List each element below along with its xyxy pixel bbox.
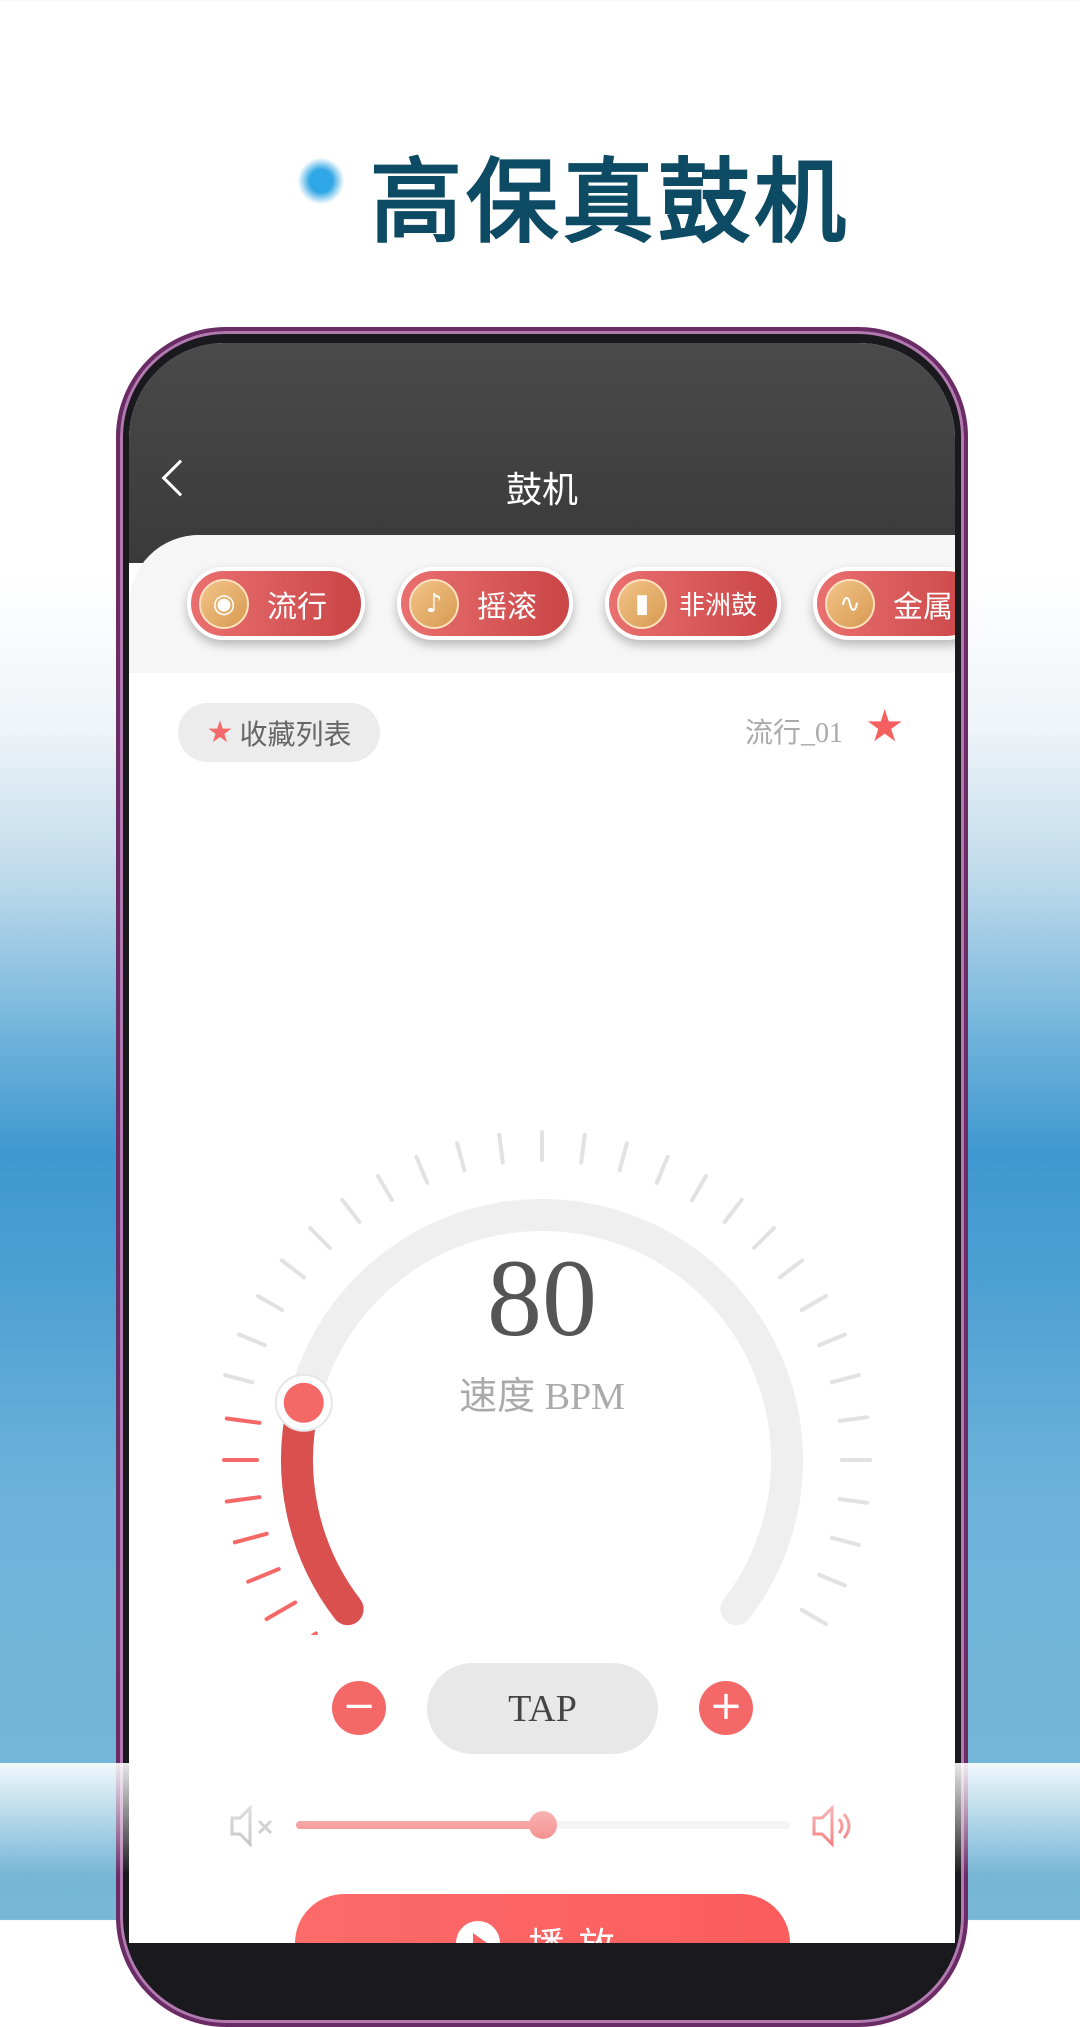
increase-tempo-button[interactable]: + — [699, 1681, 753, 1735]
dial-tick — [690, 1173, 708, 1203]
dial-tick — [232, 1531, 269, 1545]
play-icon — [456, 1921, 501, 1943]
dial-tick — [414, 1154, 430, 1185]
tap-tempo-button[interactable]: TAP — [427, 1663, 658, 1754]
dial-tick — [376, 1173, 394, 1203]
dial-tick — [246, 1567, 281, 1584]
promo-title: 高保真鼓机 — [370, 149, 851, 256]
dial-tick — [654, 1154, 670, 1185]
dial-tick — [817, 1572, 848, 1588]
dial-tick — [837, 1497, 870, 1505]
bpm-value: 80 — [487, 1237, 597, 1359]
dial-tick — [799, 1608, 829, 1626]
dial-tick — [340, 1197, 362, 1224]
decrease-tempo-button[interactable]: − — [332, 1681, 386, 1735]
dial-tick — [497, 1132, 505, 1165]
app-header: 鼓机 — [129, 343, 955, 563]
header-title: 鼓机 — [505, 470, 578, 511]
tempo-dial[interactable] — [129, 535, 955, 1635]
dial-tick — [722, 1197, 744, 1224]
dial-tick — [455, 1141, 467, 1173]
dial-tick — [579, 1132, 587, 1165]
title-bullet-icon — [298, 158, 344, 204]
bottom-fade — [0, 1763, 1080, 1923]
dial-tick — [224, 1495, 262, 1504]
dial-tick — [310, 1631, 318, 1635]
dial-tick — [264, 1600, 298, 1621]
dial-tick — [617, 1141, 629, 1173]
dial-progress — [281, 1386, 364, 1626]
dial-tick — [829, 1535, 861, 1547]
bpm-label: 速度 BPM — [459, 1376, 625, 1418]
content-card: ◉ 流行 ♪ 摇滚 ▮ 非洲鼓 ∿ 金属 ★ 收藏列表 流行_01 ★ 80 速度 BPM… — [129, 535, 955, 1943]
app-screen: 鼓机 ◉ 流行 ♪ 摇滚 ▮ 非洲鼓 ∿ 金属 ★ 收藏列表 流行_01 ★ 80 速度 … — [129, 343, 955, 1943]
